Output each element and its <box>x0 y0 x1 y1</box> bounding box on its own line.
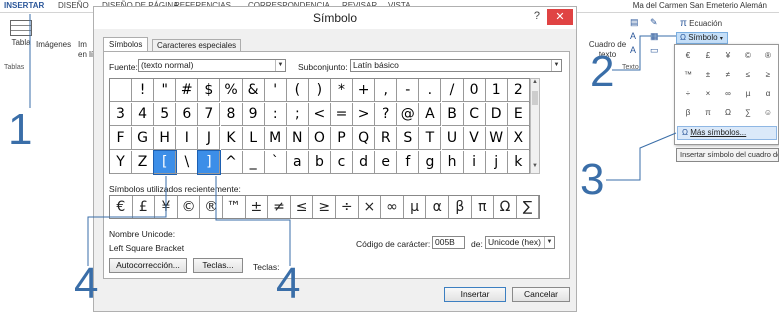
annotation-lines <box>29 14 677 266</box>
annotation-line-3 <box>606 132 677 181</box>
annotation-2: 2 <box>590 47 615 96</box>
annotation-line-4b <box>215 176 291 266</box>
annotation-4-right: 4 <box>276 259 301 308</box>
annotation-line-2 <box>612 35 676 71</box>
annotation-4-left: 4 <box>74 259 99 308</box>
annotation-line-4a <box>87 176 167 266</box>
annotation-1: 1 <box>8 105 33 154</box>
annotation-3: 3 <box>580 155 605 204</box>
